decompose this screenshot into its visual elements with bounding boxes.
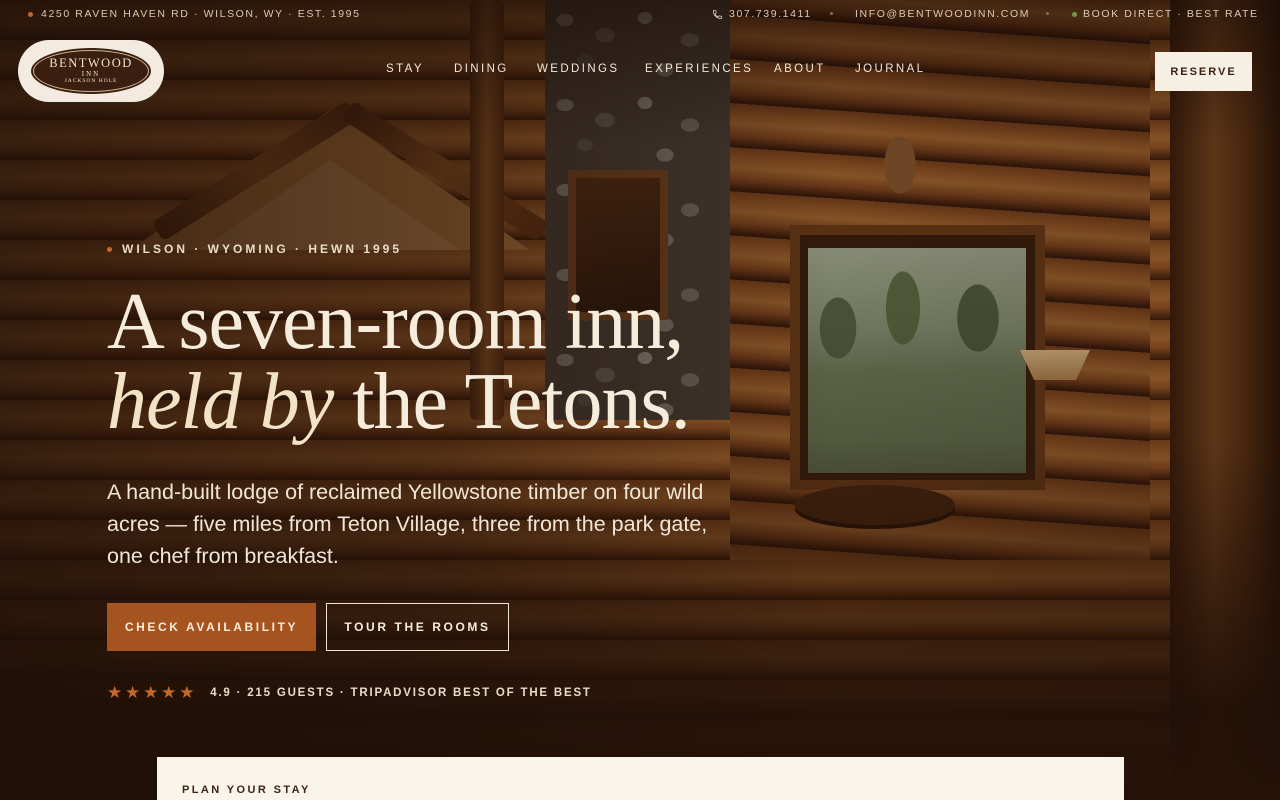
utility-bar: 4250 RAVEN HAVEN RD · WILSON, WY · EST. …: [0, 0, 1280, 28]
check-availability-button[interactable]: CHECK AVAILABILITY: [107, 603, 316, 651]
book-direct-text: BOOK DIRECT · BEST RATE: [1083, 8, 1259, 20]
hero-headline: A seven-room inn, held by the Tetons.: [107, 282, 827, 442]
headline-line-1: A seven-room inn,: [107, 278, 684, 366]
nav-item-about[interactable]: ABOUT: [774, 63, 826, 75]
phone-number: 307.739.1411: [729, 8, 812, 20]
location-dot-icon: [28, 11, 33, 17]
plan-your-stay-panel: PLAN YOUR STAY: [157, 757, 1124, 800]
nav-item-weddings[interactable]: WEDDINGS: [537, 63, 619, 75]
star-icon: ★: [143, 683, 161, 702]
reserve-button[interactable]: RESERVE: [1155, 52, 1252, 91]
tour-rooms-button[interactable]: TOUR THE ROOMS: [326, 603, 509, 651]
star-icon: ★: [161, 683, 179, 702]
address: 4250 RAVEN HAVEN RD · WILSON, WY · EST. …: [28, 8, 361, 20]
star-icon: ★: [125, 683, 143, 702]
status-dot-icon: [1072, 11, 1077, 17]
phone-icon: [712, 9, 723, 19]
headline-line-2: the Tetons.: [333, 358, 690, 446]
plan-title: PLAN YOUR STAY: [182, 784, 311, 796]
headline-italic: held by: [107, 358, 334, 446]
logo-badge: BENTWOOD INN JACKSON HOLE: [33, 50, 149, 92]
phone-link[interactable]: 307.739.1411: [712, 8, 812, 20]
address-text: 4250 RAVEN HAVEN RD · WILSON, WY · EST. …: [41, 8, 361, 20]
star-icon: ★: [107, 683, 125, 702]
separator-dot: [830, 12, 833, 15]
nav-item-experiences[interactable]: EXPERIENCES: [645, 63, 753, 75]
eyebrow-text: WILSON · WYOMING · HEWN 1995: [122, 242, 403, 256]
book-direct: BOOK DIRECT · BEST RATE: [1072, 8, 1259, 20]
nav-item-stay[interactable]: STAY: [386, 63, 424, 75]
logo-location: JACKSON HOLE: [64, 78, 118, 84]
site-logo[interactable]: BENTWOOD INN JACKSON HOLE: [18, 40, 164, 102]
hero-eyebrow: WILSON · WYOMING · HEWN 1995: [107, 242, 402, 256]
rating-text: 4.9 · 215 GUESTS · TRIPADVISOR BEST OF T…: [210, 686, 592, 699]
star-icon: ★: [179, 683, 197, 702]
logo-name: BENTWOOD: [49, 56, 133, 70]
nav-item-journal[interactable]: JOURNAL: [855, 63, 925, 75]
eyebrow-dot-icon: [107, 246, 112, 252]
email-link[interactable]: INFO@BENTWOODINN.COM: [855, 8, 1030, 20]
rating-row: ★ ★ ★ ★ ★ 4.9 · 215 GUESTS · TRIPADVISOR BES…: [107, 684, 592, 701]
hero-subcopy: A hand-built lodge of reclaimed Yellowst…: [107, 480, 708, 568]
logo-inn: INN: [81, 70, 101, 78]
star-rating: ★ ★ ★ ★ ★: [107, 684, 196, 701]
separator-dot: [1046, 12, 1049, 15]
nav-item-dining[interactable]: DINING: [454, 63, 509, 75]
